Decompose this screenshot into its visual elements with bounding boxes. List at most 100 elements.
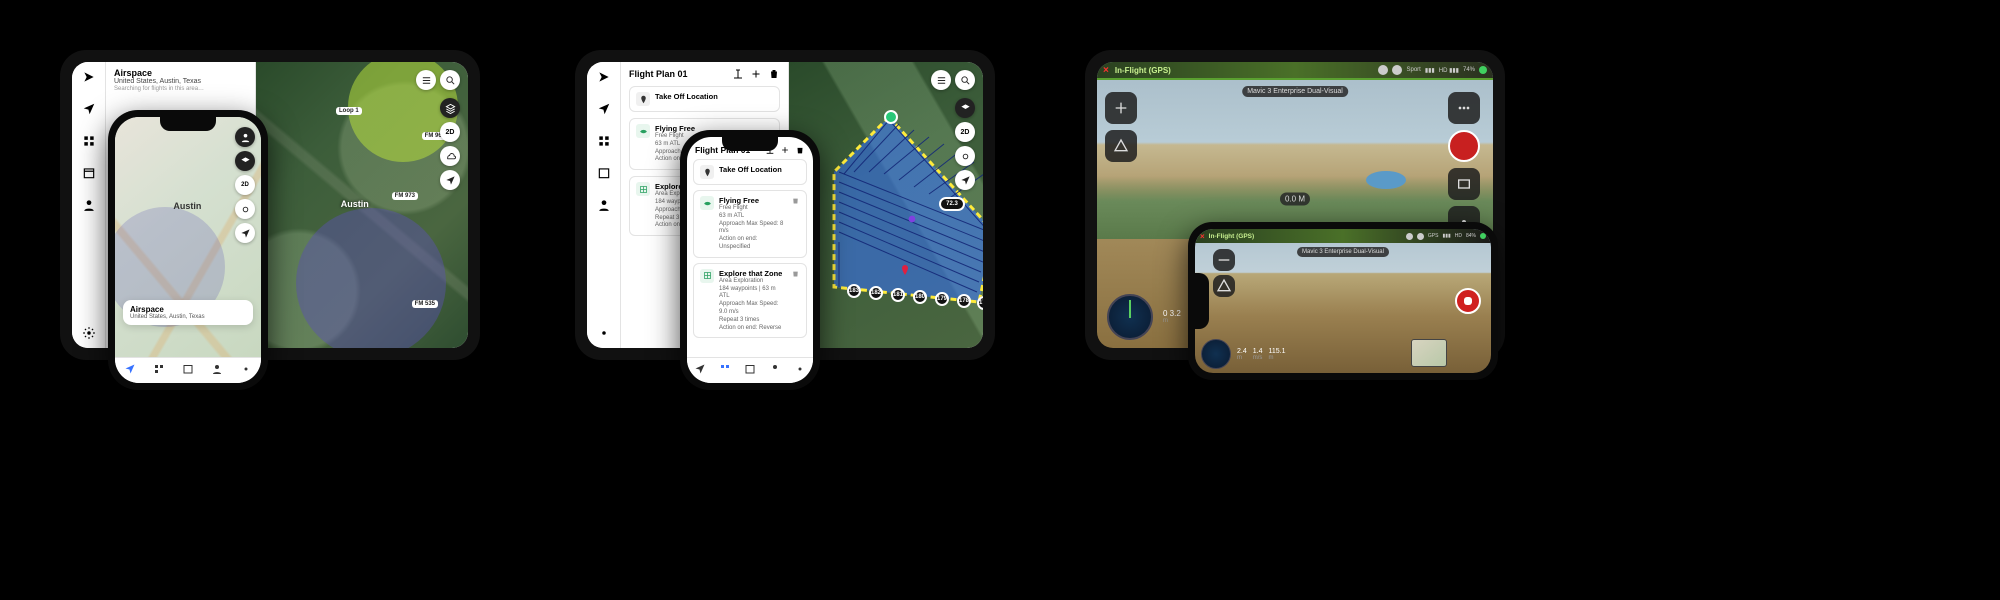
waypoint-marker[interactable]: 183 xyxy=(847,284,861,298)
settings-icon[interactable] xyxy=(80,324,98,342)
phone-info-card[interactable]: Airspace United States, Austin, Texas xyxy=(123,300,253,325)
phone-notch xyxy=(160,117,216,131)
navigate-icon[interactable] xyxy=(80,100,98,118)
weather-button[interactable] xyxy=(235,199,255,219)
mission-icon[interactable] xyxy=(80,132,98,150)
pond-feature xyxy=(1366,171,1406,189)
nav-calendar[interactable] xyxy=(744,362,756,380)
logo-icon xyxy=(80,68,98,86)
nav-pilot[interactable] xyxy=(769,362,781,380)
panel-title: Airspace xyxy=(114,68,247,78)
distance-chip: 0.0 M xyxy=(1280,193,1310,206)
waypoint-marker[interactable]: 179 xyxy=(935,292,949,306)
delete-icon[interactable] xyxy=(791,269,800,278)
mission-card-explore[interactable]: Explore that Zone Area Exploration 184 w… xyxy=(693,263,807,339)
layers-button[interactable] xyxy=(440,98,460,118)
left-controls xyxy=(1105,92,1137,162)
layers-button[interactable] xyxy=(955,98,975,118)
navigate-icon[interactable] xyxy=(595,100,613,118)
compass[interactable] xyxy=(1201,339,1231,369)
view-2d-button[interactable]: 2D xyxy=(235,175,255,195)
weather-button[interactable] xyxy=(955,146,975,166)
waypoint-marker[interactable] xyxy=(884,110,898,124)
rc-icon xyxy=(1392,65,1402,75)
record-button[interactable] xyxy=(1448,130,1480,162)
grid-icon xyxy=(700,269,714,283)
airspace-map[interactable]: Austin FM 969 Loop 1 FM 973 FM 535 2D xyxy=(256,62,468,348)
list-button[interactable] xyxy=(931,70,951,90)
nav-calendar[interactable] xyxy=(182,362,194,380)
pin-icon xyxy=(636,92,650,106)
add-icon[interactable] xyxy=(780,145,790,155)
delete-icon[interactable] xyxy=(795,145,805,155)
poi-marker[interactable] xyxy=(907,212,917,226)
topbar-indicators: Sport ▮▮▮ HD ▮▮▮ 74% xyxy=(1378,65,1487,75)
user-button[interactable] xyxy=(235,127,255,147)
flight-status: In-Flight (GPS) xyxy=(1115,66,1171,75)
waypoint-marker[interactable]: 181 xyxy=(891,288,905,302)
nav-mission[interactable] xyxy=(153,362,165,380)
waypoint-marker[interactable]: 178 xyxy=(957,294,971,308)
map-side-buttons: 2D xyxy=(955,98,975,190)
locate-button[interactable] xyxy=(440,170,460,190)
takeoff-card[interactable]: Take Off Location xyxy=(693,159,807,185)
phone-airspace-map[interactable]: Austin 2D Airspace United States, Austin… xyxy=(115,117,261,357)
status-dot-icon xyxy=(1479,66,1487,74)
nav-settings[interactable] xyxy=(240,362,252,380)
nav-navigate[interactable] xyxy=(124,362,136,380)
mission-icon[interactable] xyxy=(595,132,613,150)
settings-icon[interactable] xyxy=(595,324,613,342)
search-button[interactable] xyxy=(955,70,975,90)
calendar-icon[interactable] xyxy=(595,164,613,182)
city-label: Austin xyxy=(173,201,201,211)
flight-status: In-Flight (GPS) xyxy=(1209,233,1255,240)
delete-icon[interactable] xyxy=(791,196,800,205)
nav-mission[interactable] xyxy=(719,362,731,380)
phone-airspace: Austin 2D Airspace United States, Austin… xyxy=(108,110,268,390)
locate-button[interactable] xyxy=(235,223,255,243)
bird-icon xyxy=(700,196,714,210)
takeoff-card[interactable]: Take Off Location xyxy=(629,86,780,112)
list-button[interactable] xyxy=(416,70,436,90)
search-button[interactable] xyxy=(440,70,460,90)
gimbal-button[interactable] xyxy=(1105,92,1137,124)
map-side-buttons: 2D xyxy=(440,98,460,190)
logo-icon xyxy=(595,68,613,86)
waypoint-altitude-pill[interactable]: 72.3 xyxy=(939,197,965,211)
nav-pilot[interactable] xyxy=(211,362,223,380)
airspace-zone-blue[interactable] xyxy=(296,208,446,348)
delete-icon[interactable] xyxy=(768,68,780,80)
obstacle-button[interactable] xyxy=(1105,130,1137,162)
gallery-button[interactable] xyxy=(1448,168,1480,200)
calendar-icon[interactable] xyxy=(80,164,98,182)
road-tag: FM 535 xyxy=(412,300,438,308)
layers-button[interactable] xyxy=(235,151,255,171)
record-button[interactable] xyxy=(1455,288,1481,314)
waypoint-marker[interactable]: 182 xyxy=(869,286,883,300)
info-title: Airspace xyxy=(130,305,246,314)
close-button[interactable]: × xyxy=(1200,232,1205,241)
nav-navigate[interactable] xyxy=(694,362,706,380)
poi-marker[interactable] xyxy=(899,262,911,278)
pilot-icon[interactable] xyxy=(80,196,98,214)
pilot-icon[interactable] xyxy=(595,196,613,214)
waypoint-marker[interactable]: 180 xyxy=(913,290,927,304)
phone-inflight: × In-Flight (GPS) GPS ▮▮▮ HD 84% Mavic 3… xyxy=(1188,222,1498,380)
locate-button[interactable] xyxy=(955,170,975,190)
city-label: Austin xyxy=(341,199,369,209)
compass[interactable] xyxy=(1107,294,1153,340)
menu-button[interactable] xyxy=(1448,92,1480,124)
road-tag: FM 973 xyxy=(392,192,418,200)
view-2d-button[interactable]: 2D xyxy=(440,122,460,142)
plan-title: Flight Plan 01 xyxy=(629,69,688,79)
mission-card-flying-free[interactable]: Flying Free Free Flight 63 m ATL Approac… xyxy=(693,190,807,258)
gimbal-button[interactable] xyxy=(1213,249,1235,271)
add-icon[interactable] xyxy=(750,68,762,80)
view-2d-button[interactable]: 2D xyxy=(955,122,975,142)
phone-bottom-nav xyxy=(115,357,261,383)
weather-button[interactable] xyxy=(440,146,460,166)
rename-icon[interactable] xyxy=(732,68,744,80)
obstacle-button[interactable] xyxy=(1213,275,1235,297)
nav-settings[interactable] xyxy=(794,362,806,380)
close-button[interactable]: × xyxy=(1103,65,1109,76)
